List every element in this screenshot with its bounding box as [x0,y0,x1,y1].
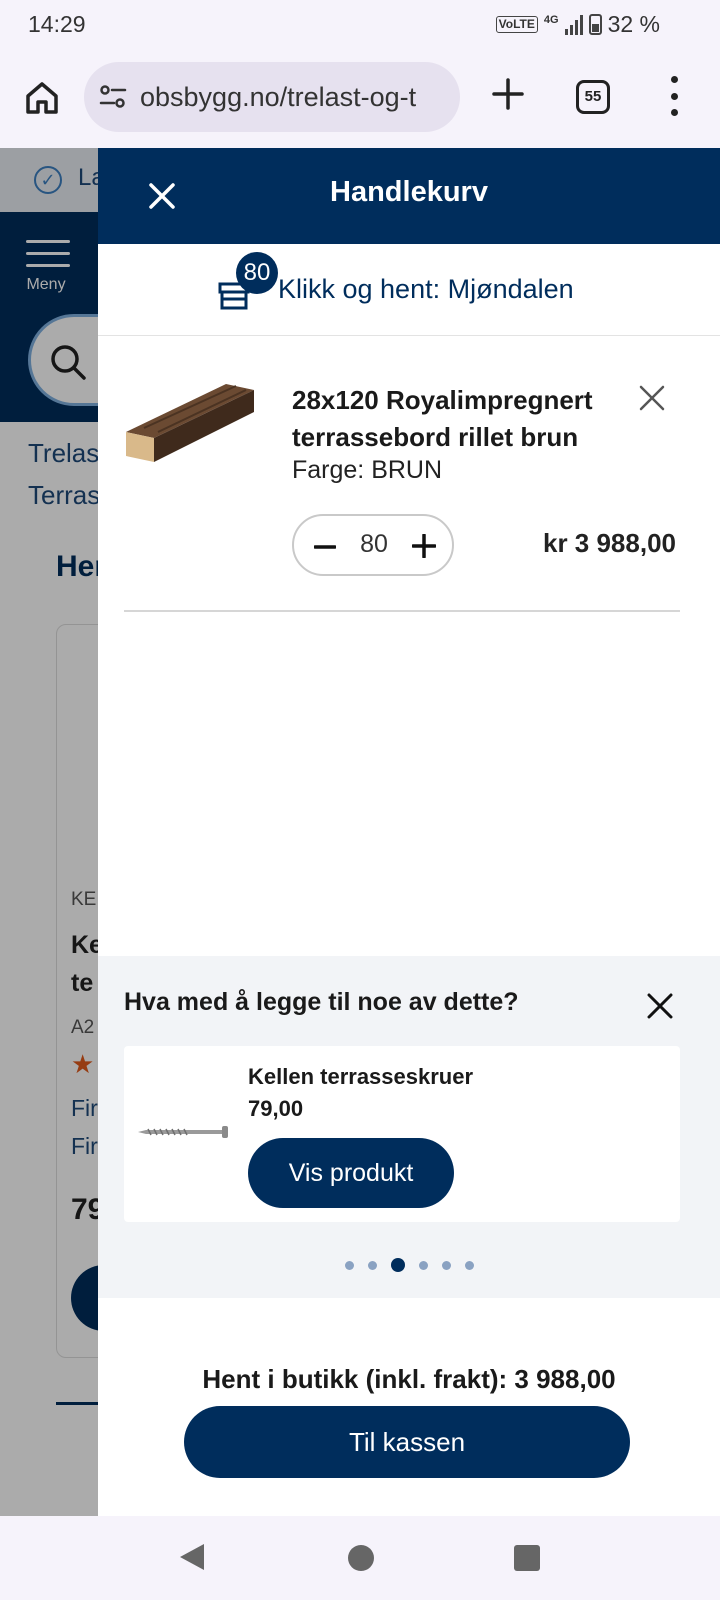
divider [124,610,680,612]
url-bar[interactable]: obsbygg.no/trelast-og-t [84,62,460,132]
view-product-button[interactable]: Vis produkt [248,1138,454,1208]
battery-level: 32 % [607,11,660,37]
recommendations-title: Hva med å legge til noe av dette? [124,988,519,1016]
network-type: 4G [543,13,559,26]
system-nav-bar [0,1516,720,1600]
status-indicators: VoLTE 4G 32 % [495,11,660,38]
carousel-dot[interactable] [418,1260,428,1270]
recommendation-card[interactable]: Kellen terrasseskruer 79,00 Vis produkt [124,1046,680,1222]
quantity-stepper: 80 [292,514,454,576]
new-tab-icon[interactable] [488,74,528,114]
tabs-icon[interactable]: 55 [576,80,610,114]
carousel-dot[interactable] [441,1260,451,1270]
home-nav-icon[interactable] [348,1545,374,1571]
back-icon[interactable] [178,1542,206,1572]
recommendation-name[interactable]: Kellen terrasseskruer [248,1064,473,1090]
store-label: Klikk og hent: Mjøndalen [278,274,574,304]
store-selector[interactable]: 80 Klikk og hent: Mjøndalen [98,244,720,336]
recommendations-panel: Hva med å legge til noe av dette? Kellen… [98,956,720,1298]
screw-image [138,1126,228,1138]
status-bar: 14:29 VoLTE 4G 32 % [0,0,720,50]
cart-header: Handlekurv [98,148,720,244]
increase-quantity-icon[interactable] [412,534,436,558]
remove-item-icon[interactable] [638,384,666,412]
product-image [126,384,254,462]
product-color: Farge: BRUN [292,456,443,484]
cart-count-badge: 80 [236,252,278,294]
carousel-dot[interactable] [390,1258,405,1272]
battery-icon [588,14,602,35]
product-name[interactable]: 28x120 Royalimpregnert terrassebord rill… [292,382,632,456]
carousel-dots [98,1258,720,1272]
volte-indicator: VoLTE [495,16,538,33]
signal-icon [564,14,583,35]
checkout-button[interactable]: Til kassen [184,1406,630,1478]
browser-toolbar: obsbygg.no/trelast-og-t 55 [0,50,720,146]
recommendation-price: 79,00 [248,1096,304,1121]
site-settings-icon[interactable] [98,82,128,112]
home-icon[interactable] [22,78,62,118]
carousel-dot[interactable] [464,1260,474,1270]
url-text: obsbygg.no/trelast-og-t [140,81,417,112]
recents-icon[interactable] [514,1545,540,1571]
close-recommendations-icon[interactable] [646,992,674,1020]
cart-title: Handlekurv [330,176,488,208]
more-icon[interactable] [668,76,680,116]
carousel-dot[interactable] [344,1260,354,1270]
product-price: kr 3 988,00 [542,528,676,558]
cart-total: Hent i butikk (inkl. frakt): 3 988,00 [202,1364,616,1394]
carousel-dot[interactable] [367,1260,377,1270]
status-time: 14:29 [28,11,86,37]
cart-footer: Hent i butikk (inkl. frakt): 3 988,00 Ti… [98,1324,720,1516]
cart-drawer: Handlekurv 80 Klikk og hent: Mjøndalen 2… [98,148,720,1516]
